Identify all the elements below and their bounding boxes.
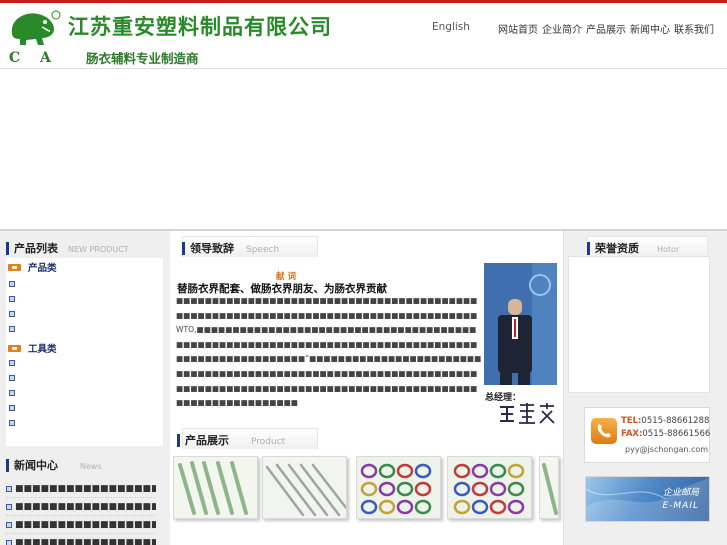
speech-title: 领导致辞 — [190, 242, 234, 255]
tel-value: 0515-88661288 — [641, 416, 710, 426]
list-bullet-icon — [6, 504, 12, 510]
list-bullet-icon[interactable] — [9, 296, 15, 302]
news-item[interactable]: ■■■■■■■■■■■■■■■■■■ — [6, 538, 156, 545]
manager-portrait — [484, 263, 557, 385]
list-bullet-icon[interactable] — [9, 360, 15, 366]
category-products[interactable]: 产品类 — [8, 260, 57, 274]
honors-header: 荣誉资质 Hotor — [587, 240, 679, 256]
arrow-icon — [8, 344, 21, 352]
product-thumbnail[interactable] — [262, 456, 347, 519]
honors-gallery — [568, 256, 710, 393]
honors-title: 荣誉资质 — [595, 242, 639, 255]
phone-icon — [591, 418, 617, 444]
list-bullet-icon[interactable] — [9, 390, 15, 396]
banner-area — [0, 70, 727, 230]
contact-tel: TEL:0515-88661288 — [621, 416, 709, 426]
section-marker — [587, 241, 590, 255]
list-bullet-icon — [6, 540, 12, 545]
signature-image — [498, 401, 556, 425]
nav-item-about[interactable]: 企业简介 — [542, 21, 586, 36]
product-list-subtitle: NEW PRODUCT — [68, 245, 129, 254]
speech-header: 领导致辞 Speech — [182, 240, 279, 256]
news-item-text: ■■■■■■■■■■■■■■■■■■ — [15, 502, 156, 512]
category-label: 工具类 — [28, 344, 57, 355]
email-banner-line1: 企业邮局 — [662, 488, 699, 498]
news-item[interactable]: ■■■■■■■■■■■■■■■■■■ — [6, 484, 156, 498]
logo-letter-a: A — [40, 50, 51, 66]
email-banner[interactable]: 企业邮局 E-MAIL — [585, 476, 710, 522]
list-bullet-icon[interactable] — [9, 281, 15, 287]
nav-item-contact[interactable]: 联系我们 — [674, 21, 718, 36]
email-banner-line2: E-MAIL — [662, 501, 699, 511]
product-thumbnail[interactable] — [539, 456, 559, 519]
company-logo[interactable]: C A — [4, 7, 62, 69]
news-item-text: ■■■■■■■■■■■■■■■■■■ — [15, 520, 156, 530]
list-bullet-icon[interactable] — [9, 326, 15, 332]
main-nav: 网站首页 企业简介 产品展示 新闻中心 联系我们 — [498, 21, 718, 36]
company-slogan: 肠衣辅料专业制造商 — [86, 51, 199, 66]
list-bullet-icon[interactable] — [9, 375, 15, 381]
company-name: 江苏重安塑料制品有限公司 — [68, 14, 332, 39]
product-list-title: 产品列表 — [14, 242, 58, 255]
list-bullet-icon[interactable] — [9, 311, 15, 317]
products-subtitle: Product — [251, 437, 286, 447]
section-marker — [6, 241, 9, 255]
section-marker — [182, 241, 185, 255]
contact-fax: FAX:0515-88661566 — [621, 429, 710, 439]
honors-subtitle: Hotor — [657, 245, 680, 254]
news-item[interactable]: ■■■■■■■■■■■■■■■■■■ — [6, 502, 156, 516]
contact-card: TEL:0515-88661288 FAX:0515-88661566 pyy@… — [584, 407, 710, 463]
section-marker — [177, 433, 180, 447]
nav-item-home[interactable]: 网站首页 — [498, 21, 542, 36]
products-title: 产品展示 — [185, 434, 229, 447]
contact-email[interactable]: pyy@jschongan.com — [625, 445, 708, 454]
product-thumbnail[interactable] — [173, 456, 258, 519]
product-thumbnail[interactable] — [447, 456, 532, 519]
news-item[interactable]: ■■■■■■■■■■■■■■■■■■ — [6, 520, 156, 534]
product-list-header: 产品列表 NEW PRODUCT — [6, 240, 129, 256]
tel-key: TEL: — [621, 416, 642, 426]
news-list: ■■■■■■■■■■■■■■■■■■ ■■■■■■■■■■■■■■■■■■ ■■… — [0, 450, 170, 545]
site-header: C A 江苏重安塑料制品有限公司 肠衣辅料专业制造商 English 网站首页 … — [0, 3, 727, 69]
speech-body: ■■■■■■■■■■■■■■■■■■■■■■■■■■■■■■■■■■■■■■■■… — [176, 296, 482, 408]
list-bullet-icon[interactable] — [9, 405, 15, 411]
category-label: 产品类 — [28, 263, 57, 274]
product-thumbnail[interactable] — [356, 456, 441, 519]
fax-key: FAX: — [621, 429, 643, 439]
fax-value: 0515-88661566 — [642, 429, 711, 439]
news-item-text: ■■■■■■■■■■■■■■■■■■ — [15, 538, 156, 545]
arrow-icon — [8, 263, 21, 271]
english-link[interactable]: English — [432, 21, 470, 33]
list-bullet-icon — [6, 486, 12, 492]
category-tools[interactable]: 工具类 — [8, 341, 57, 355]
list-bullet-icon[interactable] — [9, 420, 15, 426]
nav-item-products[interactable]: 产品展示 — [586, 21, 630, 36]
logo-letter-c: C — [9, 50, 21, 66]
list-bullet-icon — [6, 522, 12, 528]
news-item-text: ■■■■■■■■■■■■■■■■■■ — [15, 484, 156, 494]
nav-item-news[interactable]: 新闻中心 — [630, 21, 674, 36]
speech-subtitle: Speech — [246, 245, 280, 255]
products-header: 产品展示 Product — [177, 432, 285, 448]
